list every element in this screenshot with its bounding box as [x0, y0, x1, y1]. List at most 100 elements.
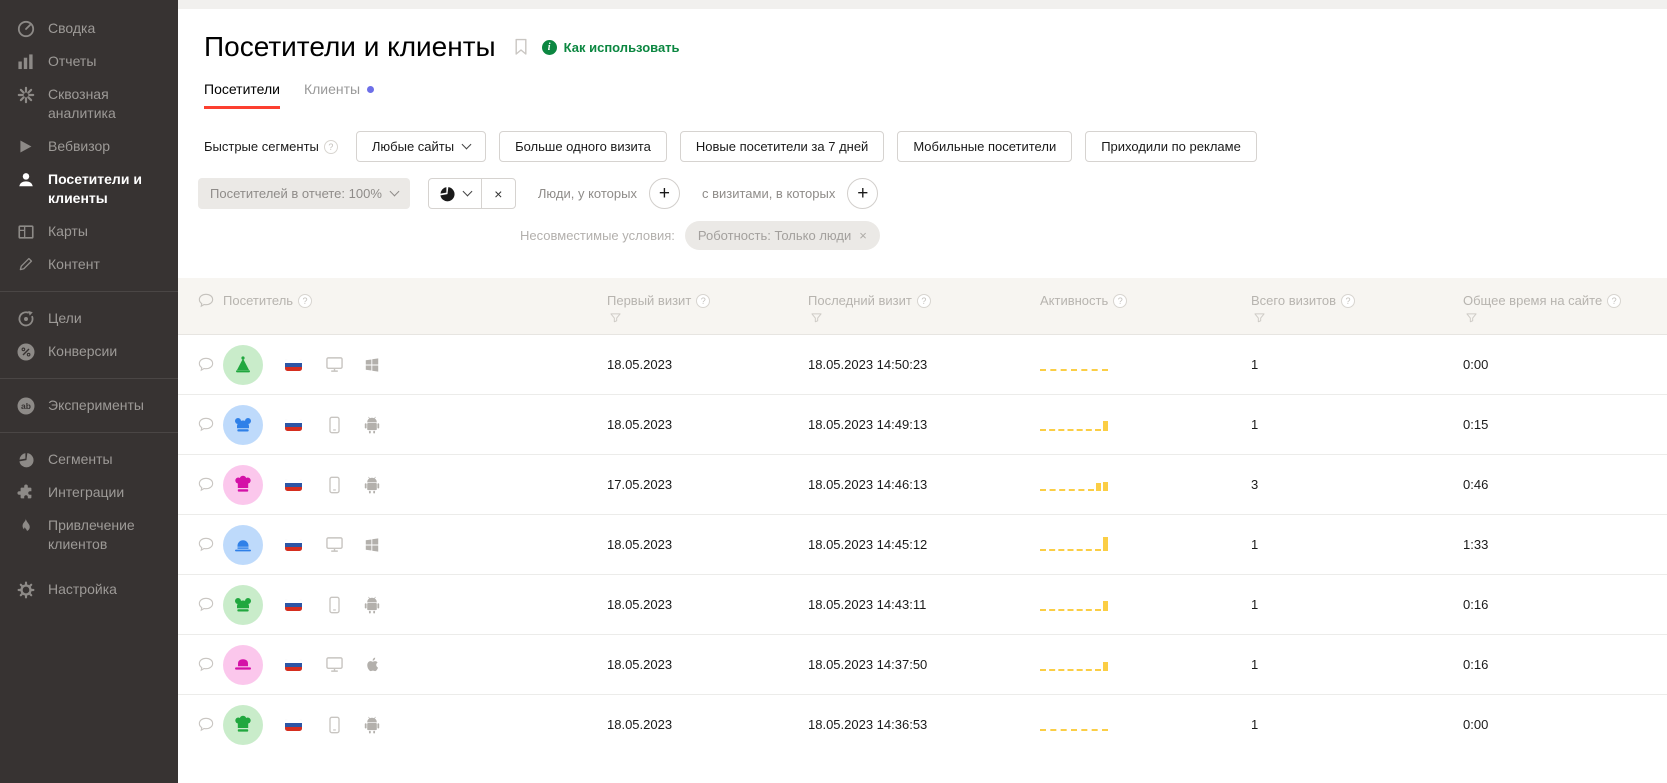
activity-bar [1103, 421, 1108, 431]
visitor-row[interactable]: 18.05.202318.05.2023 14:37:5010:16 [178, 634, 1667, 694]
visitor-avatar[interactable] [223, 405, 263, 445]
segment-pie-button[interactable] [429, 179, 481, 208]
segment-button[interactable]: Больше одного визита [499, 131, 667, 162]
first-visit-cell: 17.05.2023 [607, 477, 808, 492]
visitor-avatar[interactable] [223, 525, 263, 565]
column-header[interactable]: Общее время на сайте? [1463, 293, 1667, 325]
top-strip [178, 0, 1667, 9]
visitor-row[interactable]: 18.05.202318.05.2023 14:36:5310:00 [178, 694, 1667, 754]
apple-icon [363, 656, 381, 673]
help-icon[interactable]: ? [298, 294, 312, 308]
sidebar-divider [0, 432, 178, 433]
segment-button-label: Приходили по рекламе [1101, 139, 1241, 154]
visitor-row[interactable]: 18.05.202318.05.2023 14:43:1110:16 [178, 574, 1667, 634]
chevron-down-icon [462, 140, 472, 150]
add-people-condition-button[interactable]: + [649, 178, 680, 209]
sidebar-item-vebvizor[interactable]: Вебвизор [0, 130, 178, 163]
help-icon[interactable]: ? [1607, 294, 1621, 308]
segment-button[interactable]: Любые сайты [356, 131, 486, 162]
sidebar-item-tseli[interactable]: Цели [0, 302, 178, 335]
filter-icon[interactable] [1466, 313, 1667, 325]
comment-icon[interactable] [198, 477, 214, 492]
sidebar-item-skvoznaya-analitika[interactable]: Сквозная аналитика [0, 78, 178, 130]
column-header[interactable]: Первый визит? [607, 293, 808, 325]
segment-button[interactable]: Мобильные посетители [897, 131, 1072, 162]
filter-icon[interactable] [610, 313, 808, 325]
quick-segments-buttons: Любые сайты Больше одного визита Новые пос… [356, 131, 1257, 162]
remove-chip-icon[interactable]: × [859, 228, 867, 243]
flag-ru-icon [285, 719, 302, 731]
sidebar-item-label: Карты [48, 222, 88, 241]
bookmark-icon[interactable] [514, 38, 528, 56]
sidebar-item-label: Интеграции [48, 483, 124, 502]
how-to-use-link[interactable]: Как использовать [564, 40, 680, 55]
robotness-chip[interactable]: Роботность: Только люди × [685, 221, 880, 250]
sidebar-item-posetiteli-i-klienty[interactable]: Посетители и клиенты [0, 163, 178, 215]
chevron-down-icon [462, 187, 472, 197]
tab-clients[interactable]: Клиенты [304, 81, 374, 109]
visitor-avatar[interactable] [223, 465, 263, 505]
filter-row: Посетителей в отчете: 100% × Люди, у кот… [178, 178, 1667, 209]
windows-icon [363, 537, 381, 553]
help-icon[interactable]: ? [1113, 294, 1127, 308]
total-time-cell: 0:00 [1463, 357, 1667, 372]
sidebar-item-integratsii[interactable]: Интеграции [0, 476, 178, 509]
visitor-avatar[interactable] [223, 645, 263, 685]
visitor-avatar[interactable] [223, 705, 263, 745]
activity-sparkline [1040, 655, 1108, 671]
quick-segments-row: Быстрые сегменты ? Любые сайтыБольше одн… [178, 131, 1667, 162]
android-icon [363, 416, 381, 434]
column-header[interactable]: Всего визитов? [1251, 293, 1463, 325]
first-visit-cell: 18.05.2023 [607, 717, 808, 732]
sidebar-item-svodka[interactable]: Сводка [0, 12, 178, 45]
visitor-row[interactable]: 18.05.202318.05.2023 14:49:1310:15 [178, 394, 1667, 454]
filter-icon[interactable] [811, 313, 1040, 325]
tab-visitors[interactable]: Посетители [204, 81, 280, 109]
comment-icon[interactable] [198, 417, 214, 432]
sidebar-item-kontent[interactable]: Контент [0, 248, 178, 281]
flame-icon [16, 516, 35, 535]
sidebar-item-label: Сегменты [48, 450, 113, 469]
comment-icon[interactable] [198, 717, 214, 732]
visits-cell: 3 [1251, 477, 1463, 492]
visitor-row[interactable]: 17.05.202318.05.2023 14:46:1330:46 [178, 454, 1667, 514]
visitor-avatar[interactable] [223, 345, 263, 385]
column-header[interactable]: Посетитель? [178, 293, 607, 325]
sidebar-item-label: Эксперименты [48, 396, 144, 415]
visitor-avatar[interactable] [223, 585, 263, 625]
clear-segment-button[interactable]: × [481, 179, 515, 208]
page-header: Посетители и клиенты i Как использовать [178, 31, 1667, 63]
flag-ru-icon [285, 479, 302, 491]
sidebar-item-konversii[interactable]: Конверсии [0, 335, 178, 368]
android-icon [363, 596, 381, 614]
help-icon[interactable]: ? [1341, 294, 1355, 308]
sidebar-item-eksperimenty[interactable]: abЭксперименты [0, 389, 178, 422]
sidebar-item-privlechenie-klientov[interactable]: Привлечение клиентов [0, 509, 178, 561]
activity-baseline [1040, 669, 1101, 671]
bowler-hat-icon [233, 535, 253, 555]
comment-icon[interactable] [198, 537, 214, 552]
comment-icon[interactable] [198, 597, 214, 612]
sidebar-item-karty[interactable]: Карты [0, 215, 178, 248]
sidebar-item-otchety[interactable]: Отчеты [0, 45, 178, 78]
report-share-dropdown[interactable]: Посетителей в отчете: 100% [198, 178, 410, 209]
sidebar-item-nastroyka[interactable]: Настройка [0, 573, 178, 606]
filter-icon[interactable] [1254, 313, 1463, 325]
help-icon[interactable]: ? [696, 294, 710, 308]
add-visit-condition-button[interactable]: + [847, 178, 878, 209]
comment-icon[interactable] [198, 357, 214, 372]
segment-button[interactable]: Новые посетители за 7 дней [680, 131, 884, 162]
visitor-row[interactable]: 18.05.202318.05.2023 14:45:1211:33 [178, 514, 1667, 574]
sidebar-item-label: Отчеты [48, 52, 96, 71]
visitor-row[interactable]: 18.05.202318.05.2023 14:50:2310:00 [178, 334, 1667, 394]
last-visit-cell: 18.05.2023 14:37:50 [808, 657, 1040, 672]
ears-hat-icon [233, 595, 253, 615]
segment-button[interactable]: Приходили по рекламе [1085, 131, 1257, 162]
activity-bar [1103, 601, 1108, 611]
column-header[interactable]: Активность? [1040, 293, 1251, 325]
comment-icon[interactable] [198, 657, 214, 672]
column-header[interactable]: Последний визит? [808, 293, 1040, 325]
help-icon[interactable]: ? [324, 140, 338, 154]
help-icon[interactable]: ? [917, 294, 931, 308]
sidebar-item-segmenty[interactable]: Сегменты [0, 443, 178, 476]
